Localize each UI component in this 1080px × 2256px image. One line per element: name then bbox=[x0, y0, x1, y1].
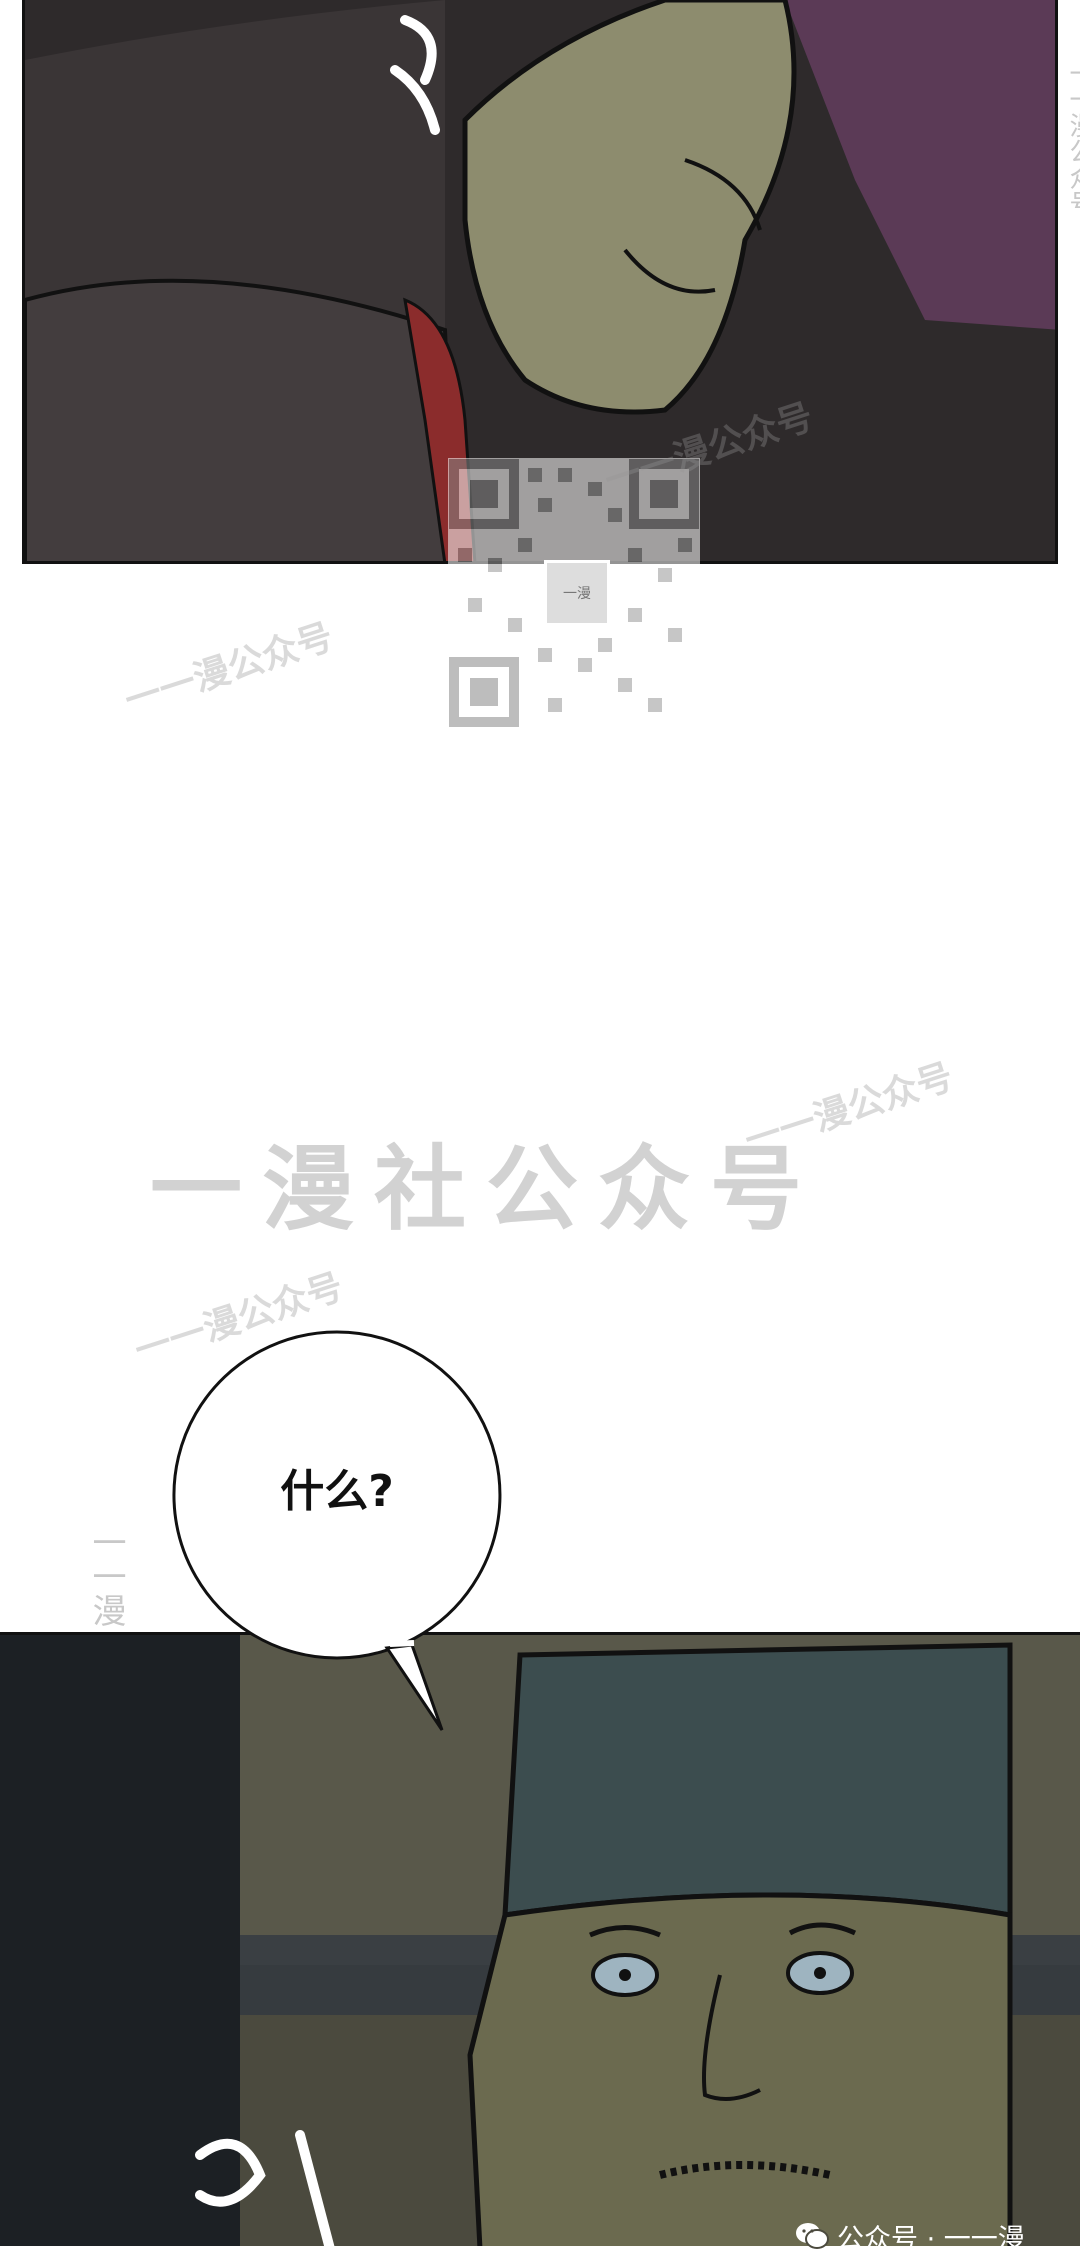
hat bbox=[502, 1642, 1013, 1918]
speech-bubble-text: 什么? bbox=[280, 1466, 394, 1517]
sleeve bbox=[25, 278, 457, 561]
footer-badge: 公众号 · 一一漫 bbox=[795, 2220, 1025, 2255]
footer-label: 公众号 · 一一漫 bbox=[837, 2223, 1025, 2255]
watermark-vertical-left: 一一漫 bbox=[86, 1525, 126, 1627]
watermark-diagonal-b: 一一漫公众号 bbox=[120, 616, 339, 723]
qr-center-logo: 一漫 bbox=[544, 560, 610, 626]
watermark-main: 一漫社公众号 bbox=[150, 1136, 823, 1243]
comic-panel-bottom bbox=[0, 1632, 1080, 2246]
face bbox=[467, 1892, 1013, 2246]
official-figure-illustration bbox=[0, 1635, 1080, 2246]
watermark-vertical-right: 一一漫公众号 bbox=[1065, 60, 1080, 216]
